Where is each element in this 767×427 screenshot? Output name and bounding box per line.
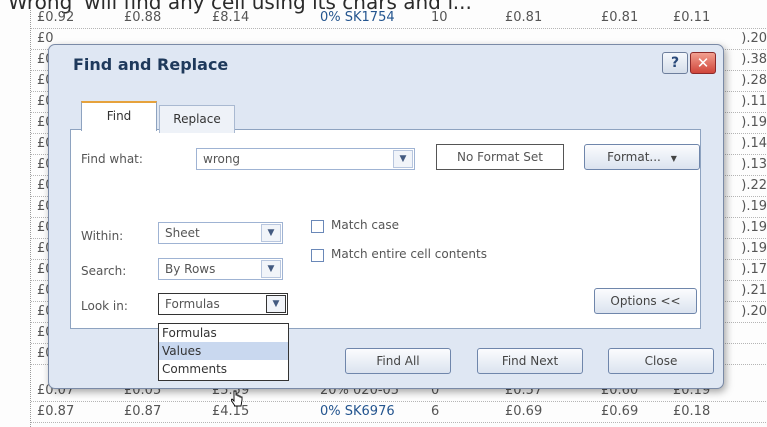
cell: £0.92	[37, 10, 75, 25]
cell: £0.87	[124, 404, 162, 419]
cell: £0.81	[601, 10, 639, 25]
find-what-value: wrong	[203, 152, 241, 166]
cell: ).38	[741, 52, 767, 67]
list-item[interactable]: Values	[159, 342, 288, 360]
cell: £0.81	[505, 10, 543, 25]
find-all-button[interactable]: Find All	[345, 348, 451, 374]
cell: £0.69	[601, 404, 639, 419]
table-row: £0.87 £0.87 £4.15 0% SK6976 6 £0.69 £0.6…	[31, 402, 767, 423]
chevron-down-icon: ▼	[670, 154, 677, 163]
tab-replace-label: Replace	[173, 112, 221, 126]
list-item[interactable]: Formulas	[159, 324, 288, 342]
cell: ).19	[741, 220, 767, 235]
search-value: By Rows	[165, 262, 216, 276]
cell: ).19	[741, 241, 767, 256]
match-entire-label: Match entire cell contents	[331, 247, 487, 261]
look-in-select[interactable]: Formulas ▼	[158, 293, 288, 315]
options-button[interactable]: Options <<	[594, 288, 697, 314]
cell: ).11	[741, 94, 767, 109]
find-replace-dialog: Find and Replace ? ✕ Replace Find Find w…	[48, 44, 724, 407]
cell: 6	[431, 404, 440, 419]
list-item[interactable]: Comments	[159, 360, 288, 378]
cell: £0.18	[673, 404, 711, 419]
cell: £0.87	[37, 404, 75, 419]
cell: ).20	[741, 304, 767, 319]
search-select[interactable]: By Rows ▼	[158, 258, 283, 280]
cell: £0.88	[124, 10, 162, 25]
tab-find[interactable]: Find	[81, 101, 157, 131]
format-button[interactable]: Format... ▼	[584, 144, 700, 170]
format-status-preview: No Format Set	[436, 144, 564, 170]
cell: ).19	[741, 115, 767, 130]
cell: £8.14	[212, 10, 250, 25]
find-what-input[interactable]: wrong ▼	[196, 148, 415, 170]
chevron-down-icon[interactable]: ▼	[266, 295, 286, 313]
match-case-checkbox[interactable]	[311, 220, 324, 233]
cell: 0% SK6976	[320, 404, 395, 419]
tab-replace[interactable]: Replace	[159, 105, 235, 133]
match-entire-checkbox[interactable]	[311, 249, 324, 262]
close-button[interactable]: Close	[608, 348, 714, 374]
cell: ).21	[741, 283, 767, 298]
match-case-label: Match case	[331, 218, 400, 232]
chevron-down-icon[interactable]: ▼	[261, 260, 281, 278]
cell: ).14	[741, 136, 767, 151]
search-label: Search:	[81, 264, 127, 278]
chevron-down-icon[interactable]: ▼	[261, 224, 281, 242]
cell: 10	[431, 10, 448, 25]
cell: £0.11	[673, 10, 711, 25]
screen: Wrong' will find any cell using its char…	[0, 0, 767, 427]
dialog-title: Find and Replace	[73, 55, 229, 74]
find-what-label: Find what:	[81, 152, 143, 166]
cell: ).20	[741, 31, 767, 46]
chevron-down-icon[interactable]: ▼	[393, 150, 413, 168]
cell: ).19	[741, 199, 767, 214]
close-icon[interactable]: ✕	[690, 52, 716, 74]
format-button-label: Format...	[607, 150, 661, 164]
cell: ).17	[741, 262, 767, 277]
hand-pointer-icon	[231, 390, 243, 407]
within-select[interactable]: Sheet ▼	[158, 222, 283, 244]
look-in-label: Look in:	[81, 299, 128, 313]
within-value: Sheet	[165, 226, 200, 240]
cell: ).13	[741, 157, 767, 172]
look-in-value: Formulas	[165, 297, 220, 311]
cell: 0% SK1754	[320, 10, 395, 25]
cell: ).22	[741, 178, 767, 193]
cell: ).28	[741, 73, 767, 88]
within-label: Within:	[81, 229, 124, 243]
table-row: £0.92 £0.88 £8.14 0% SK1754 10 £0.81 £0.…	[31, 8, 767, 29]
cell: £0.69	[505, 404, 543, 419]
tab-find-label: Find	[106, 109, 132, 123]
look-in-dropdown-list: Formulas Values Comments	[158, 323, 289, 381]
help-button[interactable]: ?	[662, 52, 688, 74]
find-next-button[interactable]: Find Next	[477, 348, 583, 374]
